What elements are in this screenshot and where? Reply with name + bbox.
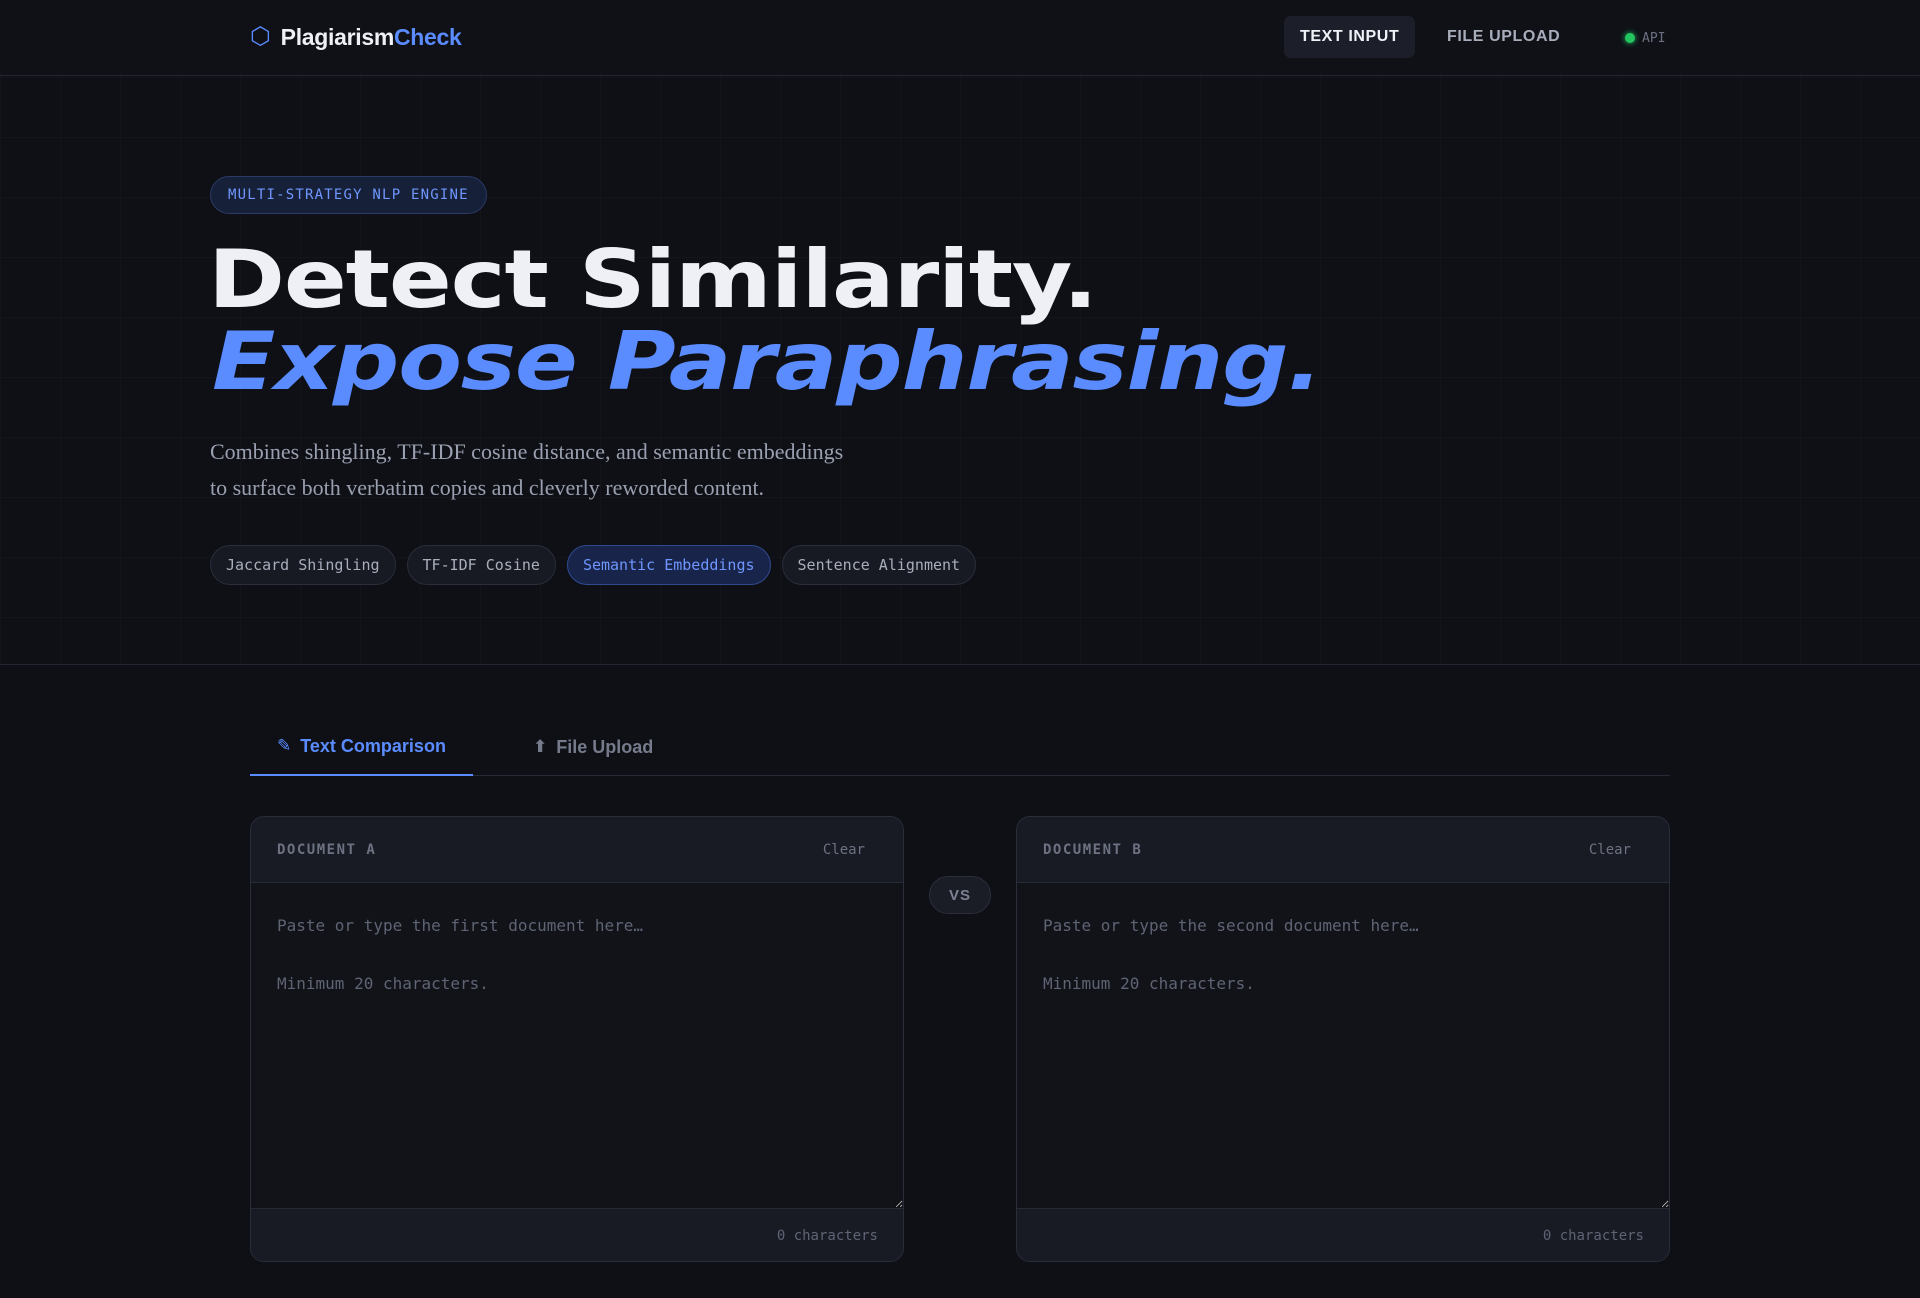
upload-arrow-icon: ⬆ <box>533 737 548 756</box>
tab-text-comparison[interactable]: ✎ Text Comparison <box>250 718 473 776</box>
mode-tabs: ✎ Text Comparison ⬆ File Upload <box>250 718 1670 776</box>
document-a-footer: 0 characters <box>251 1208 903 1261</box>
logo-text-primary: Plagiarism <box>280 23 395 50</box>
document-b-footer: 0 characters <box>1017 1208 1669 1261</box>
chip-sentence-alignment: Sentence Alignment <box>781 545 977 585</box>
hexagon-icon: ⬡ <box>250 23 271 50</box>
document-a-label: DOCUMENT A <box>277 841 377 858</box>
strategy-chips: Jaccard Shingling TF-IDF Cosine Semantic… <box>210 545 977 585</box>
eyebrow-badge: MULTI-STRATEGY NLP ENGINE <box>210 176 487 214</box>
vs-badge: VS <box>929 876 991 914</box>
document-a-panel: DOCUMENT A Clear 0 characters <box>250 816 904 1262</box>
hero-subtitle-line-2: to surface both verbatim copies and clev… <box>210 475 765 500</box>
document-a-input[interactable] <box>251 883 903 1208</box>
chip-jaccard-shingling: Jaccard Shingling <box>210 545 396 585</box>
status-dot-icon <box>1625 33 1635 43</box>
api-label: API <box>1642 30 1666 46</box>
chip-tfidf-cosine: TF-IDF Cosine <box>406 545 556 585</box>
headline-line-1: Detect Similarity. <box>208 233 1098 326</box>
chip-semantic-embeddings: Semantic Embeddings <box>566 545 771 585</box>
document-b-panel: DOCUMENT B Clear 0 characters <box>1016 816 1670 1262</box>
hero-subtitle: Combines shingling, TF-IDF cosine distan… <box>210 434 970 506</box>
document-b-input[interactable] <box>1017 883 1669 1208</box>
document-b-char-count: 0 characters <box>1542 1227 1644 1244</box>
document-b-header: DOCUMENT B Clear <box>1017 817 1669 883</box>
document-a-header: DOCUMENT A Clear <box>251 817 903 883</box>
logo[interactable]: ⬡ PlagiarismCheck <box>250 22 462 52</box>
api-status: API <box>1625 28 1665 48</box>
document-b-clear-button[interactable]: Clear <box>1589 842 1643 858</box>
logo-text-accent: Check <box>394 23 462 50</box>
tab-file-upload-label: File Upload <box>556 736 654 757</box>
document-b-label: DOCUMENT B <box>1043 841 1143 858</box>
pencil-icon: ✎ <box>277 736 292 755</box>
hero-section: MULTI-STRATEGY NLP ENGINE Detect Similar… <box>0 77 1920 665</box>
hero-subtitle-line-1: Combines shingling, TF-IDF cosine distan… <box>210 439 844 464</box>
document-a-clear-button[interactable]: Clear <box>823 842 877 858</box>
document-a-char-count: 0 characters <box>776 1227 878 1244</box>
tab-file-upload[interactable]: ⬆ File Upload <box>506 718 680 776</box>
nav-text-input[interactable]: TEXT INPUT <box>1284 16 1416 58</box>
tab-text-comparison-label: Text Comparison <box>300 735 446 756</box>
top-nav: ⬡ PlagiarismCheck TEXT INPUT FILE UPLOAD… <box>0 0 1920 76</box>
headline-line-2: Expose Paraphrasing. <box>212 315 1323 408</box>
nav-file-upload[interactable]: FILE UPLOAD <box>1431 16 1576 58</box>
